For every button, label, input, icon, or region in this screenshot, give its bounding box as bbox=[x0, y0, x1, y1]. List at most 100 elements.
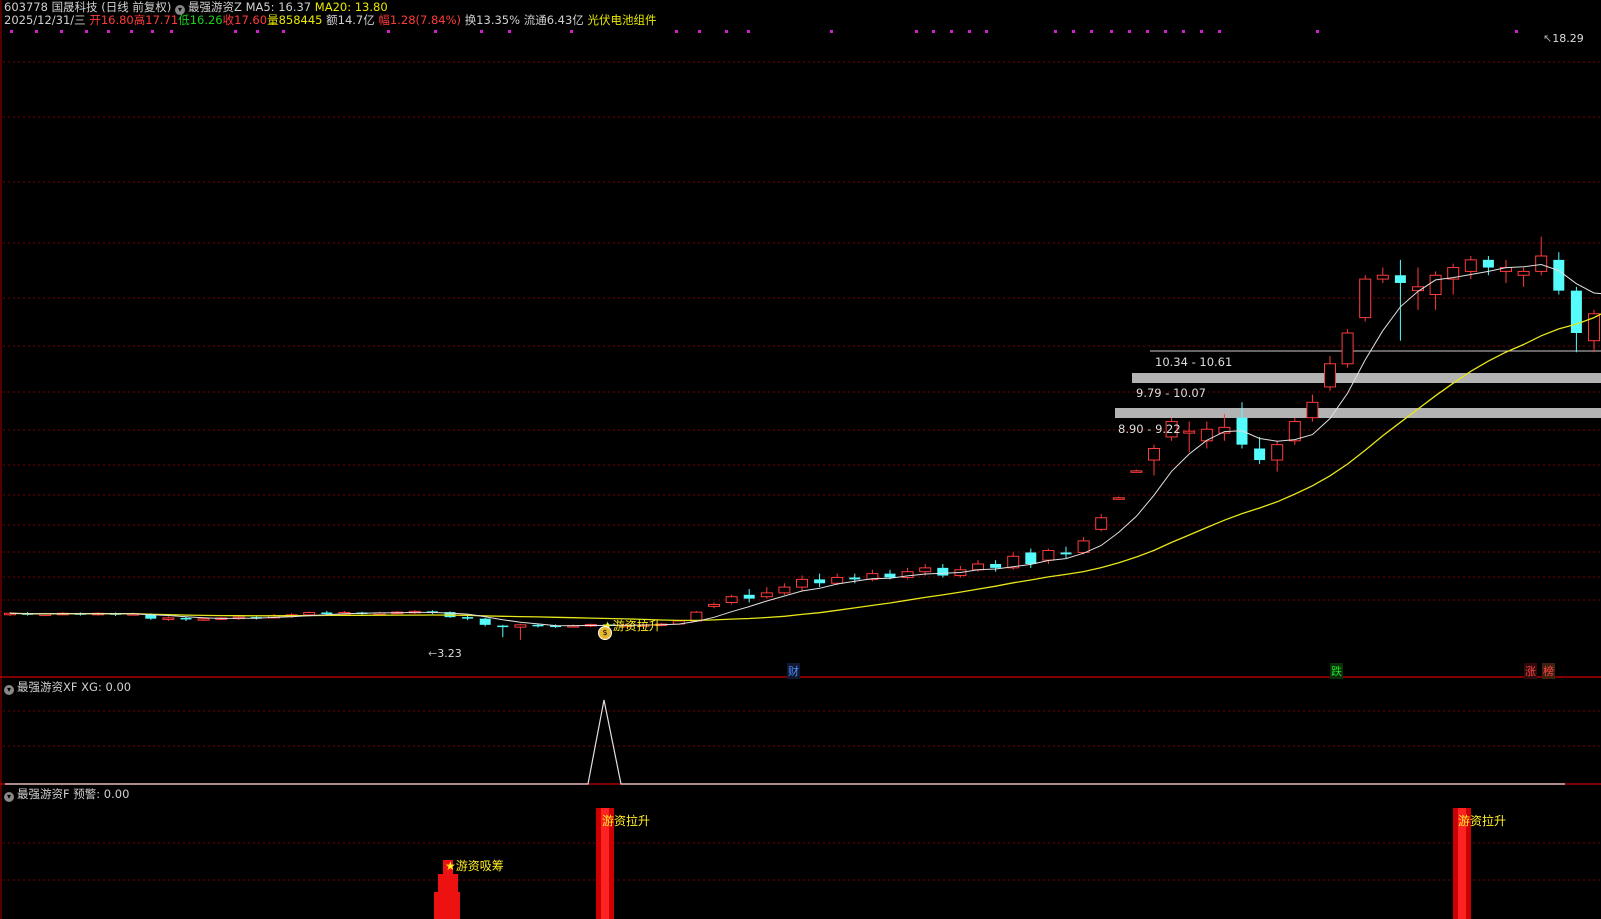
candle-body bbox=[1288, 421, 1301, 442]
kline-chart-canvas[interactable] bbox=[0, 0, 1601, 919]
event-dot bbox=[1128, 30, 1131, 33]
event-dot bbox=[747, 30, 750, 33]
absorb-bar-mid bbox=[438, 874, 458, 892]
xg-line bbox=[5, 699, 1565, 785]
panel3-formula[interactable]: 最强游资F bbox=[17, 787, 70, 801]
finance-marker[interactable]: 财 bbox=[787, 663, 800, 679]
event-dot bbox=[256, 30, 259, 33]
candle bbox=[1271, 440, 1284, 472]
drop-marker[interactable]: 跌 bbox=[1330, 663, 1343, 679]
candle-body bbox=[1042, 550, 1055, 561]
event-dot bbox=[968, 30, 971, 33]
candle bbox=[4, 612, 16, 616]
candle-body bbox=[197, 618, 210, 621]
event-dot bbox=[932, 30, 935, 33]
candle-body bbox=[1394, 275, 1406, 283]
zone-band-3 bbox=[1115, 408, 1601, 418]
candle-body bbox=[1271, 444, 1284, 461]
absorb-tag: ★游资吸筹 bbox=[445, 859, 504, 873]
event-dot bbox=[1218, 30, 1221, 33]
candle-body bbox=[1112, 497, 1125, 500]
candle-body bbox=[972, 563, 984, 571]
candle bbox=[1148, 444, 1160, 476]
candle bbox=[778, 583, 791, 595]
event-dot bbox=[570, 30, 573, 33]
event-dot bbox=[1054, 30, 1057, 33]
event-dot bbox=[698, 30, 701, 33]
candle bbox=[1324, 356, 1336, 391]
rise-marker[interactable]: 涨 bbox=[1524, 663, 1537, 679]
main-grid bbox=[0, 0, 1601, 919]
candle bbox=[462, 615, 474, 621]
candle bbox=[497, 624, 509, 638]
candle-body bbox=[937, 567, 949, 576]
event-dot bbox=[60, 30, 63, 33]
candle-body bbox=[814, 579, 826, 584]
candle-body bbox=[479, 618, 491, 625]
candle-body bbox=[1429, 274, 1442, 295]
candle-body bbox=[725, 596, 738, 603]
candle bbox=[937, 564, 949, 578]
candle-body bbox=[990, 564, 1002, 568]
candle-body bbox=[708, 603, 720, 607]
candle bbox=[1112, 496, 1125, 500]
event-dot bbox=[107, 30, 110, 33]
candle-body bbox=[1200, 428, 1213, 442]
high-price-label: ↖18.29 bbox=[1543, 32, 1584, 45]
event-dot bbox=[725, 30, 728, 33]
pull-tag-2: 游资拉升 bbox=[1458, 814, 1507, 828]
event-dot bbox=[85, 30, 88, 33]
candle-body bbox=[778, 586, 791, 594]
candle bbox=[725, 594, 738, 605]
candle-body bbox=[1341, 332, 1354, 365]
event-dot bbox=[1164, 30, 1167, 33]
candle bbox=[1376, 267, 1389, 283]
list-marker[interactable]: 榜 bbox=[1542, 663, 1555, 679]
candle bbox=[1183, 421, 1196, 453]
candle-body bbox=[514, 624, 527, 628]
candle-body bbox=[1570, 290, 1582, 333]
zone-band-2 bbox=[1132, 373, 1601, 383]
candle-body bbox=[1218, 426, 1231, 434]
candle-body bbox=[919, 567, 932, 573]
panel2-formula[interactable]: 最强游资XF bbox=[17, 680, 78, 694]
event-dot bbox=[170, 30, 173, 33]
candle-body bbox=[162, 617, 175, 620]
zone-label-3: 8.90 - 9.22 bbox=[1118, 422, 1181, 436]
candle-body bbox=[1183, 430, 1196, 434]
candle bbox=[1394, 259, 1406, 341]
candle bbox=[1306, 394, 1319, 422]
candle bbox=[162, 616, 175, 621]
candle bbox=[708, 602, 720, 609]
event-dot bbox=[830, 30, 833, 33]
signal-coin-icon[interactable]: $ bbox=[598, 626, 612, 640]
candle bbox=[1500, 259, 1512, 283]
candle-body bbox=[1464, 259, 1477, 272]
panel3-dropdown-icon[interactable]: ▾ bbox=[4, 792, 14, 802]
candle-body bbox=[321, 612, 333, 615]
event-dot bbox=[1110, 30, 1113, 33]
event-dot bbox=[1200, 30, 1203, 33]
event-dot bbox=[1072, 30, 1075, 33]
candlestick-series bbox=[4, 236, 1600, 640]
panel2-dropdown-icon[interactable]: ▾ bbox=[4, 685, 14, 695]
candle-body bbox=[303, 612, 316, 616]
event-dot bbox=[950, 30, 953, 33]
candle bbox=[1254, 436, 1266, 464]
event-dot bbox=[480, 30, 483, 33]
candle bbox=[1517, 267, 1530, 287]
zone-label-1: 10.34 - 10.61 bbox=[1155, 355, 1233, 369]
candle-body bbox=[796, 578, 808, 588]
candle-body bbox=[1306, 401, 1319, 419]
event-dot bbox=[234, 30, 237, 33]
candle-body bbox=[1130, 470, 1143, 473]
candle bbox=[1288, 417, 1301, 445]
candle-body bbox=[1517, 270, 1530, 276]
candle bbox=[1535, 236, 1548, 276]
candle bbox=[901, 567, 914, 580]
candle bbox=[514, 623, 527, 640]
event-dot bbox=[434, 30, 437, 33]
candle-body bbox=[1324, 363, 1336, 388]
event-dot bbox=[985, 30, 988, 33]
event-dot bbox=[10, 30, 13, 33]
